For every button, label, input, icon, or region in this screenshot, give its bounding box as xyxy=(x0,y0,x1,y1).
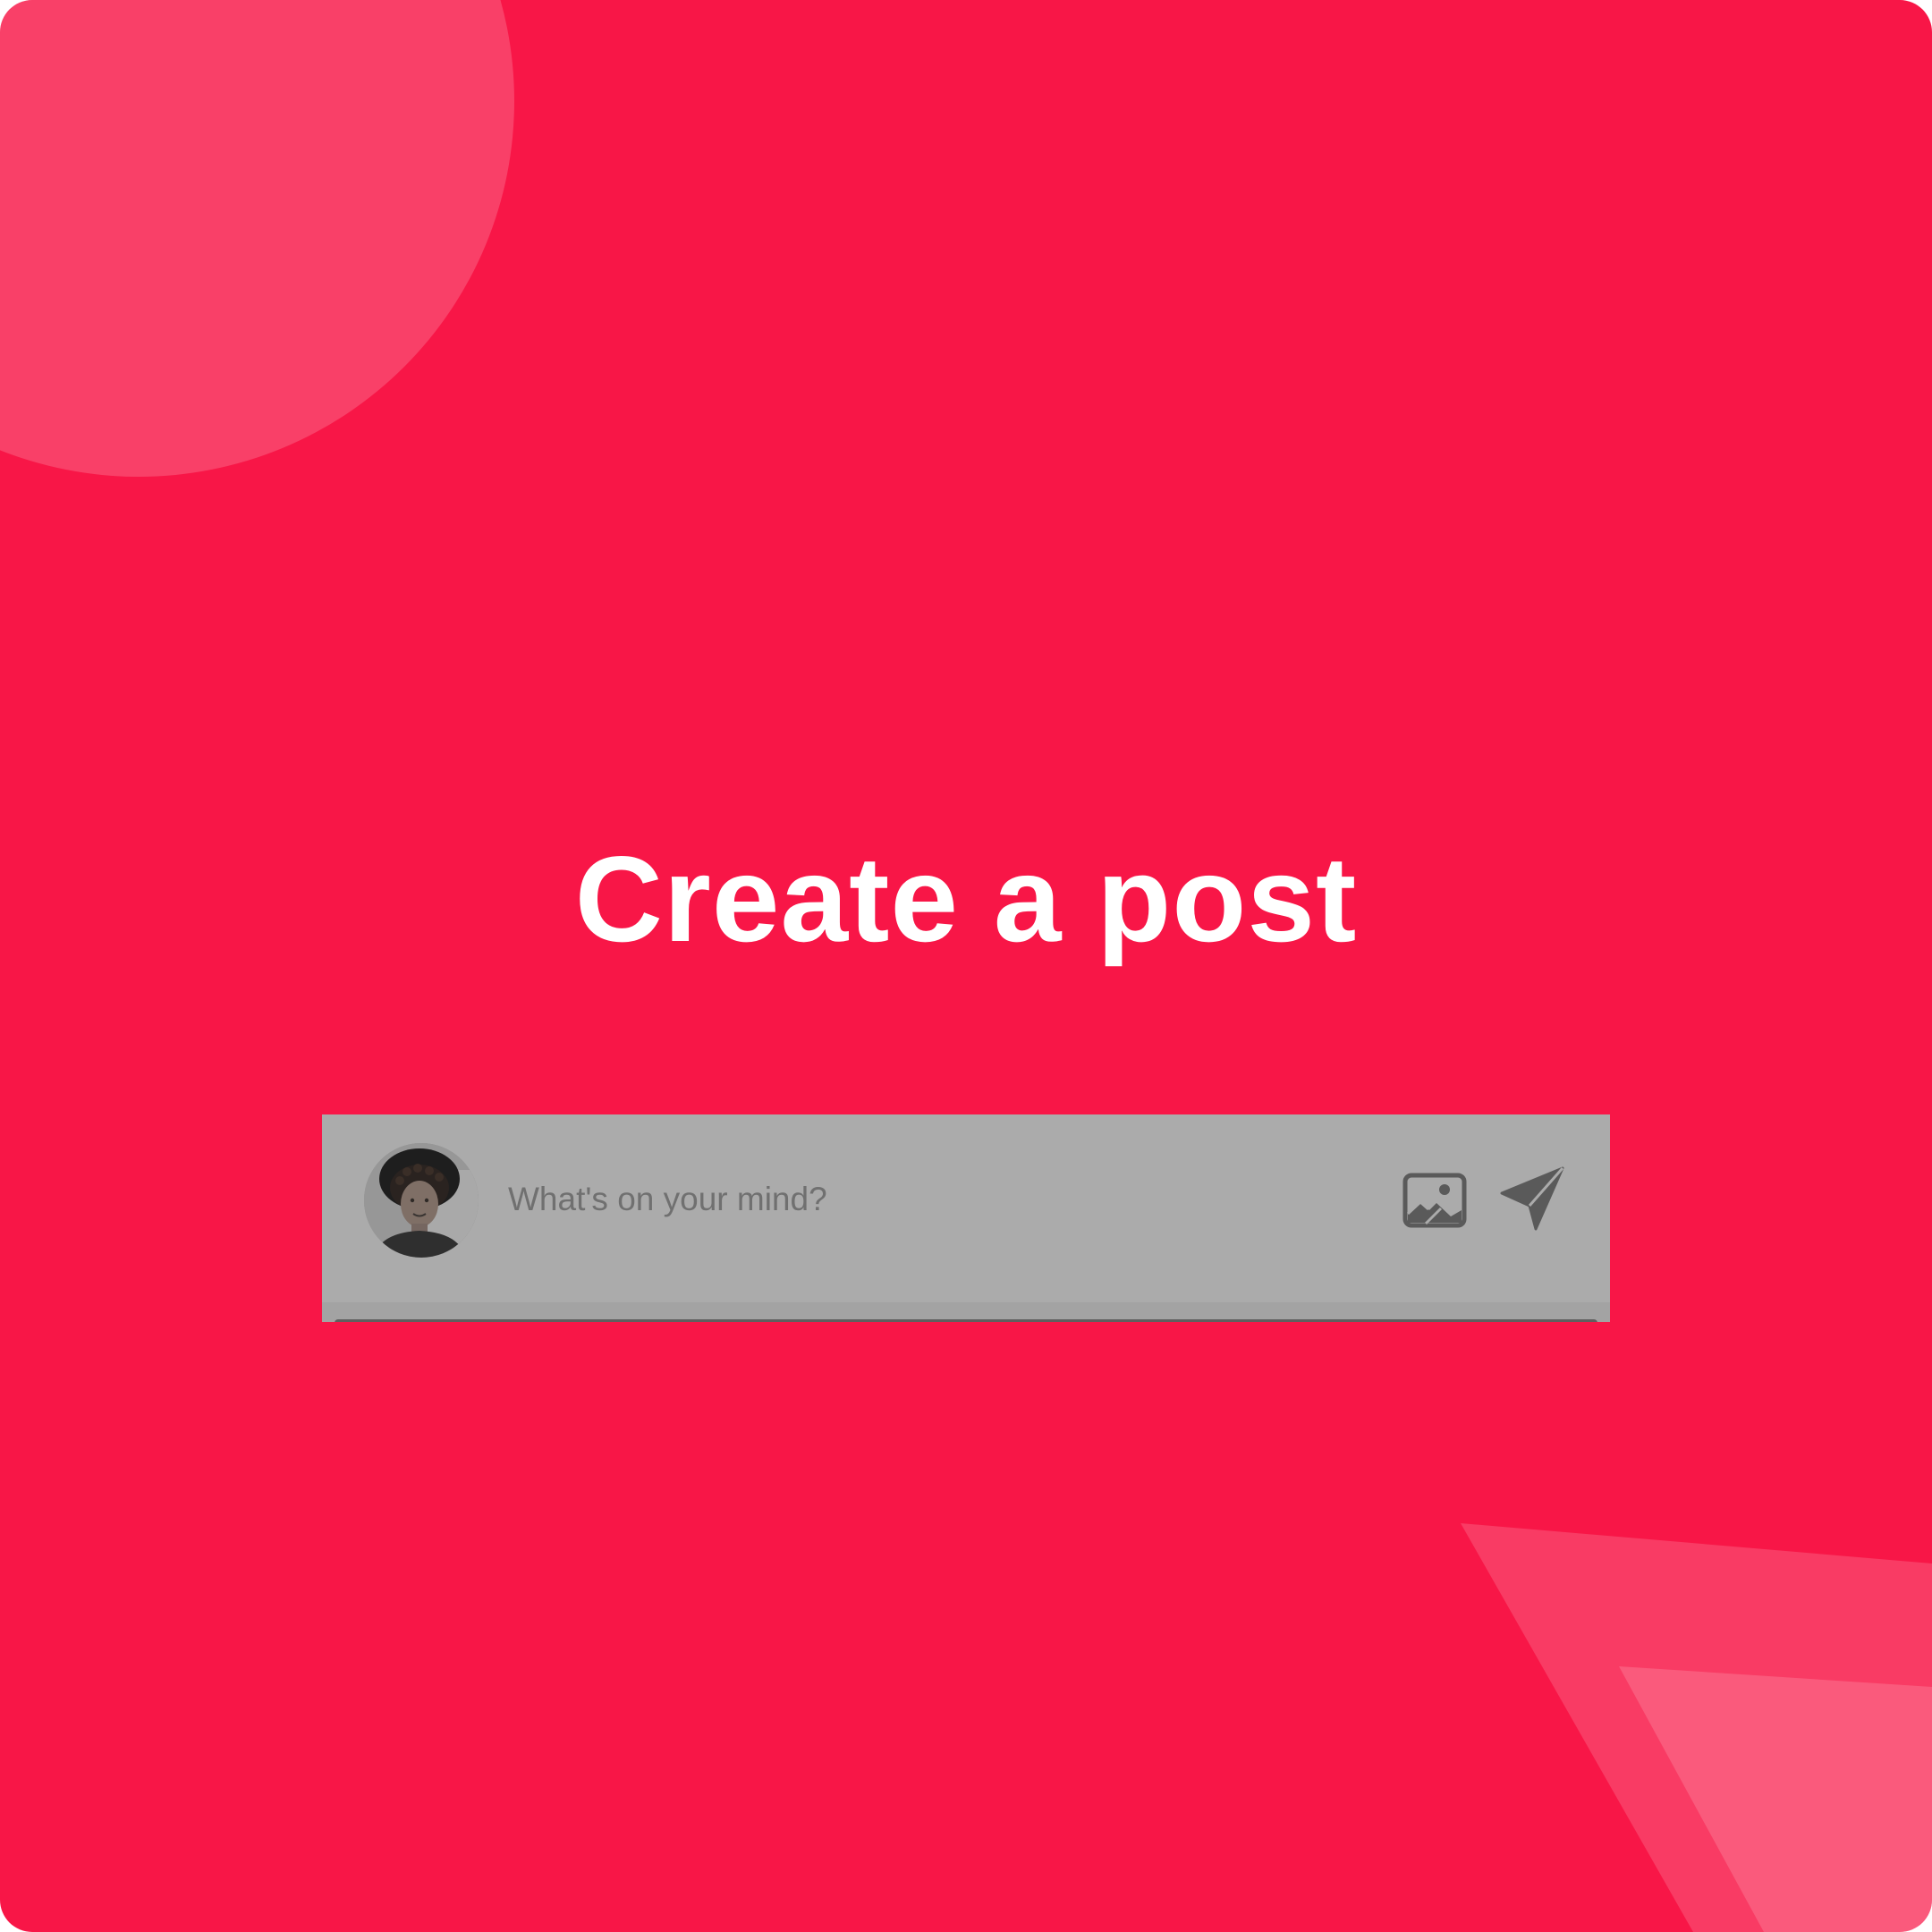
image-icon[interactable] xyxy=(1399,1165,1470,1236)
avatar-image xyxy=(364,1143,479,1258)
decorative-circle xyxy=(0,0,514,477)
post-input-placeholder[interactable]: What's on your mind? xyxy=(508,1179,827,1220)
send-icon[interactable] xyxy=(1496,1165,1568,1236)
post-composer: What's on your mind? xyxy=(322,1114,1610,1322)
avatar[interactable] xyxy=(364,1143,479,1258)
composer-bottom-edge xyxy=(335,1319,1597,1322)
post-creation-card: Create a post What's on your mind? xyxy=(0,0,1932,1932)
page-title: Create a post xyxy=(574,831,1358,967)
